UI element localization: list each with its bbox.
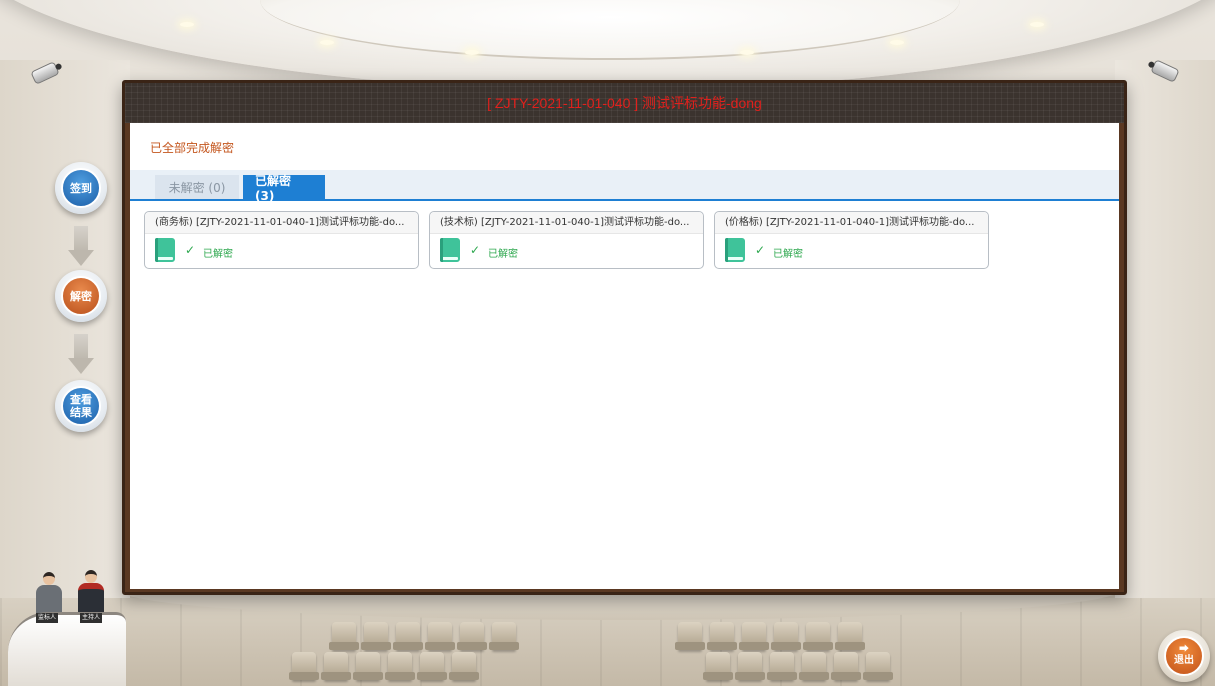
seat-icon (835, 622, 865, 650)
seat-icon (417, 652, 447, 680)
ceiling-light (740, 50, 754, 55)
decrypt-tabbar: 未解密 (0) 已解密 (3) (130, 170, 1119, 203)
project-title: [ ZJTY-2021-11-01-040 ] 测试评标功能-dong (487, 95, 762, 111)
seat-icon (449, 652, 479, 680)
seat-icon (675, 622, 705, 650)
bid-file-title: (价格标) [ZJTY-2021-11-01-040-1]测试评标功能-do..… (715, 212, 988, 234)
tab-decrypted[interactable]: 已解密 (3) (243, 174, 325, 203)
supervisor-name-plate: 监标人 (36, 613, 59, 623)
view-result-label: 查看 结果 (61, 386, 101, 426)
bid-file-card-technical[interactable]: (技术标) [ZJTY-2021-11-01-040-1]测试评标功能-do..… (429, 211, 704, 269)
seat-icon (735, 652, 765, 680)
decrypt-label: 解密 (61, 276, 101, 316)
exit-button[interactable]: ⮕ 退出 (1158, 630, 1210, 682)
check-icon: ✓ (185, 243, 196, 257)
decrypted-status: 已解密 (203, 249, 233, 260)
right-wall (1115, 60, 1215, 620)
bid-file-title: (商务标) [ZJTY-2021-11-01-040-1]测试评标功能-do..… (145, 212, 418, 234)
down-arrow-icon (68, 334, 94, 378)
seat-icon (739, 622, 769, 650)
screen-header: [ ZJTY-2021-11-01-040 ] 测试评标功能-dong (125, 83, 1124, 123)
seat-icon (329, 622, 359, 650)
bid-file-status-row: ✓ 已解密 (430, 234, 703, 269)
seat-icon (457, 622, 487, 650)
seat-icon (703, 652, 733, 680)
seat-icon (831, 652, 861, 680)
seat-icon (353, 652, 383, 680)
ceiling-light (320, 40, 334, 45)
bid-file-status-row: ✓ 已解密 (715, 234, 988, 269)
left-wall (0, 60, 130, 620)
host-name-plate: 主持人 (80, 613, 103, 623)
seat-icon (767, 652, 797, 680)
exit-label: 退出 (1174, 655, 1194, 666)
decrypted-status: 已解密 (488, 249, 518, 260)
seat-icon (863, 652, 893, 680)
ceiling-light (465, 50, 479, 55)
projection-screen: [ ZJTY-2021-11-01-040 ] 测试评标功能-dong 已全部完… (122, 80, 1127, 595)
seat-icon (803, 622, 833, 650)
exit-icon: ⮕ (1179, 644, 1189, 655)
seat-icon (393, 622, 423, 650)
seat-icon (489, 622, 519, 650)
bid-file-card-business[interactable]: (商务标) [ZJTY-2021-11-01-040-1]测试评标功能-do..… (144, 211, 419, 269)
book-icon (725, 238, 745, 262)
view-result-step-button[interactable]: 查看 结果 (55, 380, 107, 432)
tab-undecrypted[interactable]: 未解密 (0) (155, 175, 239, 199)
ceiling-light (180, 22, 194, 27)
book-icon (440, 238, 460, 262)
exit-button-face: ⮕ 退出 (1164, 636, 1204, 676)
seat-icon (425, 622, 455, 650)
seat-icon (361, 622, 391, 650)
seat-icon (771, 622, 801, 650)
decrypted-status: 已解密 (773, 249, 803, 260)
down-arrow-icon (68, 226, 94, 270)
host-avatar (78, 570, 104, 614)
seat-icon (385, 652, 415, 680)
seat-icon (289, 652, 319, 680)
supervisor-avatar (36, 572, 62, 616)
decrypt-step-button[interactable]: 解密 (55, 270, 107, 322)
seat-icon (799, 652, 829, 680)
book-icon (155, 238, 175, 262)
seat-icon (321, 652, 351, 680)
host-desk (8, 612, 126, 686)
bid-file-status-row: ✓ 已解密 (145, 234, 418, 269)
sign-in-step-button[interactable]: 签到 (55, 162, 107, 214)
check-icon: ✓ (755, 243, 766, 257)
seat-icon (707, 622, 737, 650)
ceiling-light (1030, 22, 1044, 27)
ceiling-light (890, 40, 904, 45)
sign-in-label: 签到 (61, 168, 101, 208)
screen-content: 已全部完成解密 未解密 (0) 已解密 (3) (商务标) [ZJTY-2021… (130, 123, 1119, 589)
bid-file-card-price[interactable]: (价格标) [ZJTY-2021-11-01-040-1]测试评标功能-do..… (714, 211, 989, 269)
check-icon: ✓ (470, 243, 481, 257)
decrypt-status-text: 已全部完成解密 (150, 141, 235, 155)
bid-file-title: (技术标) [ZJTY-2021-11-01-040-1]测试评标功能-do..… (430, 212, 703, 234)
